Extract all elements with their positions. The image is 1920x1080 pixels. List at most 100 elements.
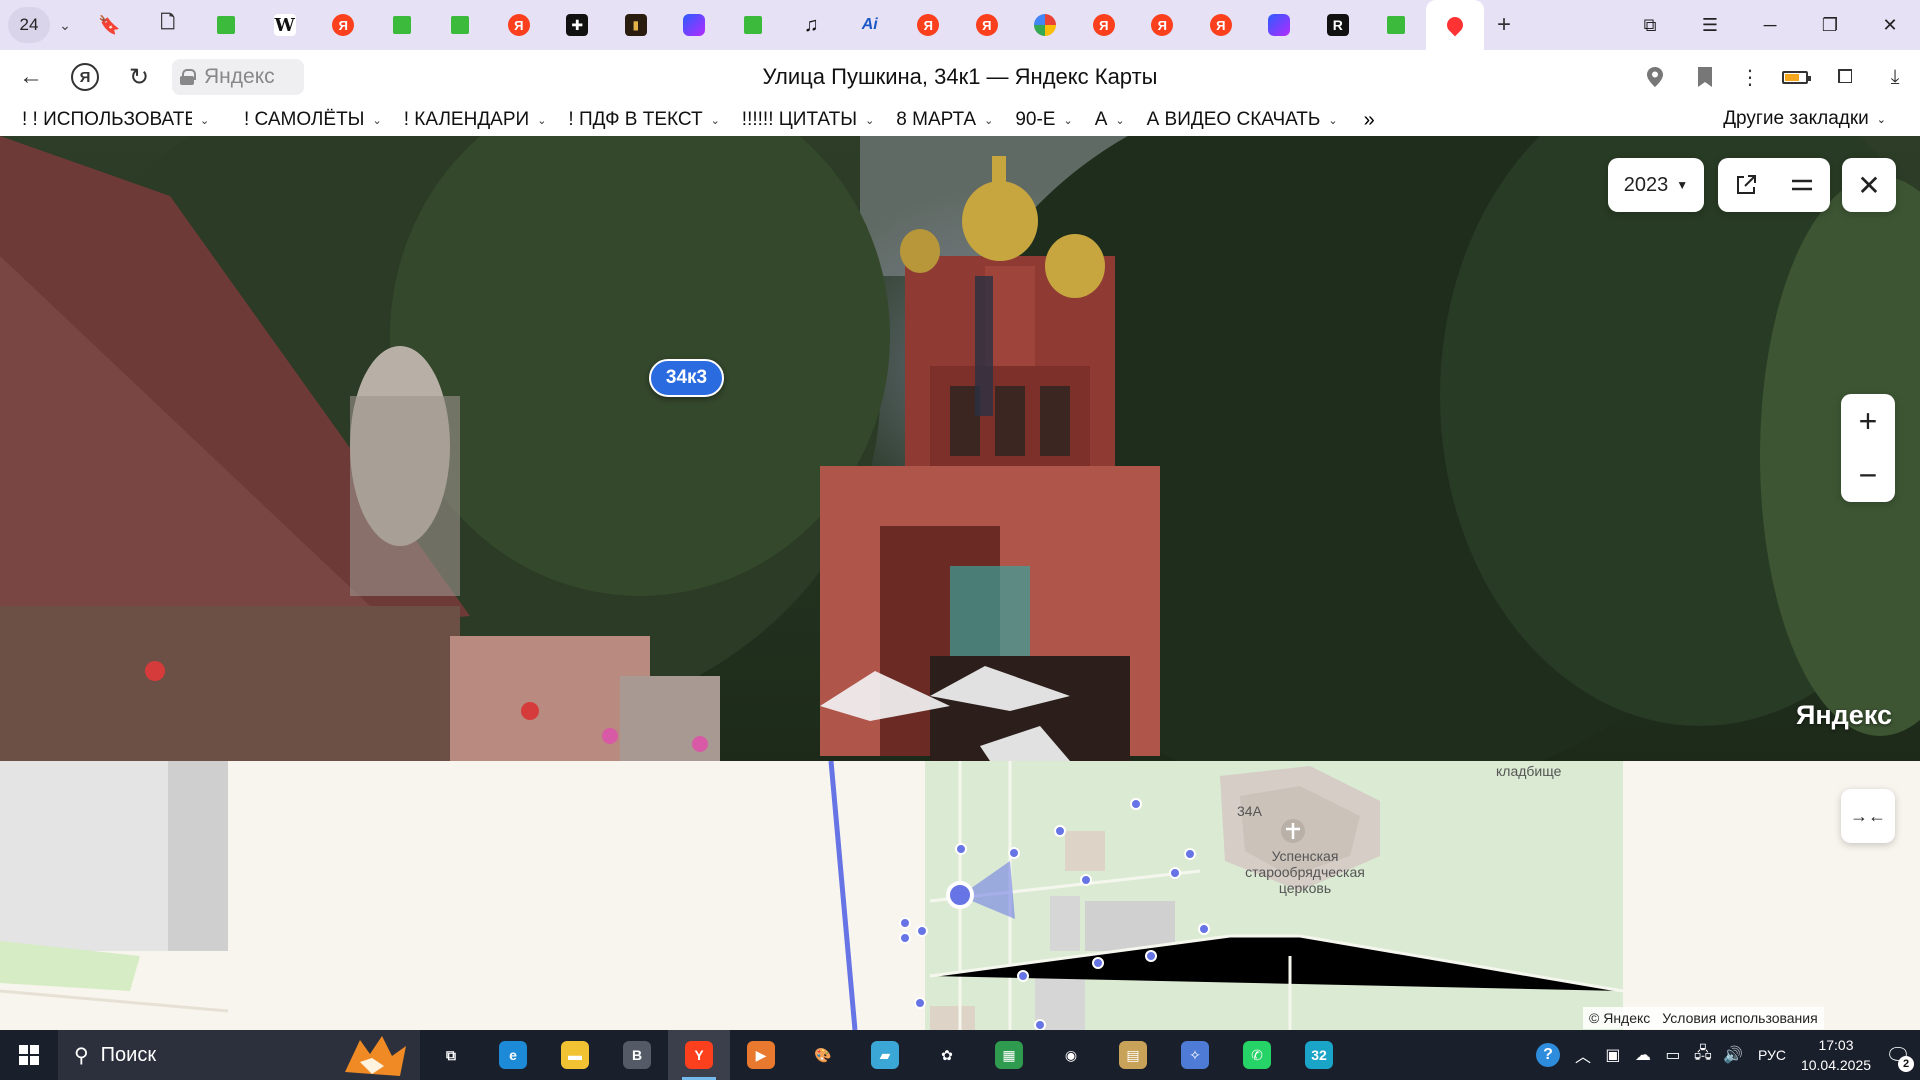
collections-icon[interactable]: ⧉: [1620, 0, 1680, 50]
document-icon: 🗋: [160, 12, 175, 32]
minimize-icon[interactable]: ─: [1740, 0, 1800, 50]
bookmark-folder[interactable]: 8 МАРТА ⌄: [896, 109, 993, 131]
battery-saver-icon[interactable]: [1770, 50, 1820, 104]
restore-icon[interactable]: ❐: [1800, 0, 1860, 50]
lock-icon[interactable]: [180, 69, 196, 85]
help-icon[interactable]: ?: [1528, 1030, 1568, 1080]
terms-link[interactable]: Условия использования: [1662, 1010, 1817, 1026]
tabs-dropdown-chevron-icon[interactable]: ⌄: [50, 7, 80, 43]
browser-tab[interactable]: [197, 0, 256, 50]
taskbar-app-file-explorer[interactable]: ▬: [544, 1030, 606, 1080]
browser-tab[interactable]: [431, 0, 490, 50]
browser-tab[interactable]: [1016, 0, 1075, 50]
browser-tab[interactable]: 🗋: [139, 0, 198, 50]
current-position-marker[interactable]: [946, 881, 974, 909]
browser-tab[interactable]: [724, 0, 783, 50]
bookmark-folder[interactable]: ! САМОЛЁТЫ ⌄: [244, 109, 382, 131]
open-external-icon[interactable]: [1718, 158, 1774, 212]
taskbar-app-scanner[interactable]: ▤: [1102, 1030, 1164, 1080]
bookmark-folder[interactable]: ! ! ИСПОЛЬЗОВАТЕ ⌄: [22, 109, 222, 131]
browser-tab[interactable]: Я: [1133, 0, 1192, 50]
reload-icon[interactable]: ↻: [116, 54, 162, 100]
bookmark-folder[interactable]: ! КАЛЕНДАРИ ⌄: [404, 109, 547, 131]
zoom-out-icon[interactable]: −: [1841, 448, 1895, 502]
browser-tab[interactable]: [1425, 0, 1484, 50]
browser-tab[interactable]: Ai: [841, 0, 900, 50]
taskbar-app-task-view[interactable]: ⧉: [420, 1030, 482, 1080]
taskbar-app-app-b[interactable]: B: [606, 1030, 668, 1080]
taskbar-app-dashboard[interactable]: ▦: [978, 1030, 1040, 1080]
back-arrow-icon[interactable]: ←: [8, 54, 54, 100]
network-icon[interactable]: 🖧: [1688, 1030, 1718, 1080]
extensions-icon[interactable]: ⧠: [1820, 50, 1870, 104]
more-options-icon[interactable]: ⋮: [1730, 50, 1770, 104]
browser-tab[interactable]: Я: [314, 0, 373, 50]
taskbar-app-media-player[interactable]: ▶: [730, 1030, 792, 1080]
browser-tab[interactable]: [373, 0, 432, 50]
browser-tab[interactable]: [665, 0, 724, 50]
building-number-badge[interactable]: 34к3: [649, 359, 724, 397]
taskbar-search[interactable]: ⚲ Поиск: [58, 1030, 420, 1080]
street-panorama[interactable]: 34к3 2023 ▼ ✕ + − Яндекс: [0, 136, 1920, 761]
bookmark-folder[interactable]: ! ПДФ В ТЕКСТ ⌄: [568, 109, 719, 131]
taskbar-app-notes[interactable]: ▰: [854, 1030, 916, 1080]
taskbar-app-paint[interactable]: 🎨: [792, 1030, 854, 1080]
browser-tab[interactable]: Я: [899, 0, 958, 50]
taskbar-app-whatsapp[interactable]: ✆: [1226, 1030, 1288, 1080]
close-window-icon[interactable]: ✕: [1860, 0, 1920, 50]
clock[interactable]: 17:03 10.04.2025: [1796, 1035, 1876, 1075]
browser-tab[interactable]: Я: [490, 0, 549, 50]
start-button[interactable]: [0, 1030, 58, 1080]
browser-tab[interactable]: ✚: [548, 0, 607, 50]
other-bookmarks-folder[interactable]: Другие закладки ⌄: [1723, 108, 1886, 130]
address-bar[interactable]: Яндекс: [172, 59, 304, 95]
bookmark-page-icon[interactable]: [1680, 50, 1730, 104]
tab-counter[interactable]: 24: [8, 7, 50, 43]
taskbar-app-tools[interactable]: ✧: [1164, 1030, 1226, 1080]
close-panorama-icon[interactable]: ✕: [1842, 158, 1896, 212]
zoom-in-icon[interactable]: +: [1841, 394, 1895, 448]
browser-tab[interactable]: R: [1309, 0, 1368, 50]
taskbar-app-camera[interactable]: ◉: [1040, 1030, 1102, 1080]
split-view-icon[interactable]: [1774, 158, 1830, 212]
battery-icon[interactable]: ▭: [1658, 1030, 1688, 1080]
location-pin-icon[interactable]: [1630, 50, 1680, 104]
bookmark-folder[interactable]: А ВИДЕО СКАЧАТЬ ⌄: [1147, 109, 1338, 131]
browser-tab[interactable]: W: [256, 0, 315, 50]
taskbar-app-app-32[interactable]: 32: [1288, 1030, 1350, 1080]
new-tab-plus-icon[interactable]: +: [1484, 7, 1524, 43]
url-host: Яндекс: [204, 65, 275, 88]
collapse-map-icon[interactable]: →←: [1841, 789, 1895, 843]
mini-map[interactable]: кладбище 34А Успенская старообрядческая …: [0, 761, 1920, 1030]
browser-menu-icon[interactable]: ☰: [1680, 0, 1740, 50]
taskbar-app-yandex-browser[interactable]: Y: [668, 1030, 730, 1080]
bookmark-folder[interactable]: А ⌄: [1095, 109, 1125, 131]
browser-tab[interactable]: [1250, 0, 1309, 50]
more-bookmarks-chevron-icon[interactable]: »: [1364, 109, 1375, 132]
panorama-year-select[interactable]: 2023 ▼: [1608, 158, 1704, 212]
downloads-icon[interactable]: ⤓: [1870, 50, 1920, 104]
browser-tab[interactable]: [1367, 0, 1426, 50]
browser-tab[interactable]: Я: [1075, 0, 1134, 50]
notifications-icon[interactable]: 🗨 2: [1876, 1030, 1920, 1080]
book-icon: ▮: [624, 14, 647, 36]
bookmark-folder[interactable]: !!!!!! ЦИТАТЫ ⌄: [742, 109, 874, 131]
browser-tab[interactable]: ♫: [782, 0, 841, 50]
bookmark-folder[interactable]: 90-Е ⌄: [1015, 109, 1072, 131]
onedrive-cloud-icon[interactable]: ☁: [1628, 1030, 1658, 1080]
green-square-icon: [451, 16, 470, 34]
browser-tab[interactable]: ▮: [607, 0, 666, 50]
map-label-church[interactable]: Успенская старообрядческая церковь: [1240, 848, 1370, 896]
meet-now-icon[interactable]: ▣: [1598, 1030, 1628, 1080]
taskbar-app-settings-app[interactable]: ✿: [916, 1030, 978, 1080]
browser-tab[interactable]: 🔖: [80, 0, 139, 50]
browser-tab[interactable]: Я: [1192, 0, 1251, 50]
browser-tab[interactable]: Я: [958, 0, 1017, 50]
volume-icon[interactable]: 🔊: [1718, 1030, 1748, 1080]
yandex-home-button[interactable]: Я: [62, 54, 108, 100]
ai-app-icon: Ai: [861, 16, 878, 33]
yandex-icon: Я: [1092, 14, 1115, 36]
show-hidden-icons-chevron-icon[interactable]: ︿: [1568, 1030, 1598, 1080]
input-language[interactable]: РУС: [1758, 1047, 1786, 1063]
taskbar-app-edge[interactable]: e: [482, 1030, 544, 1080]
